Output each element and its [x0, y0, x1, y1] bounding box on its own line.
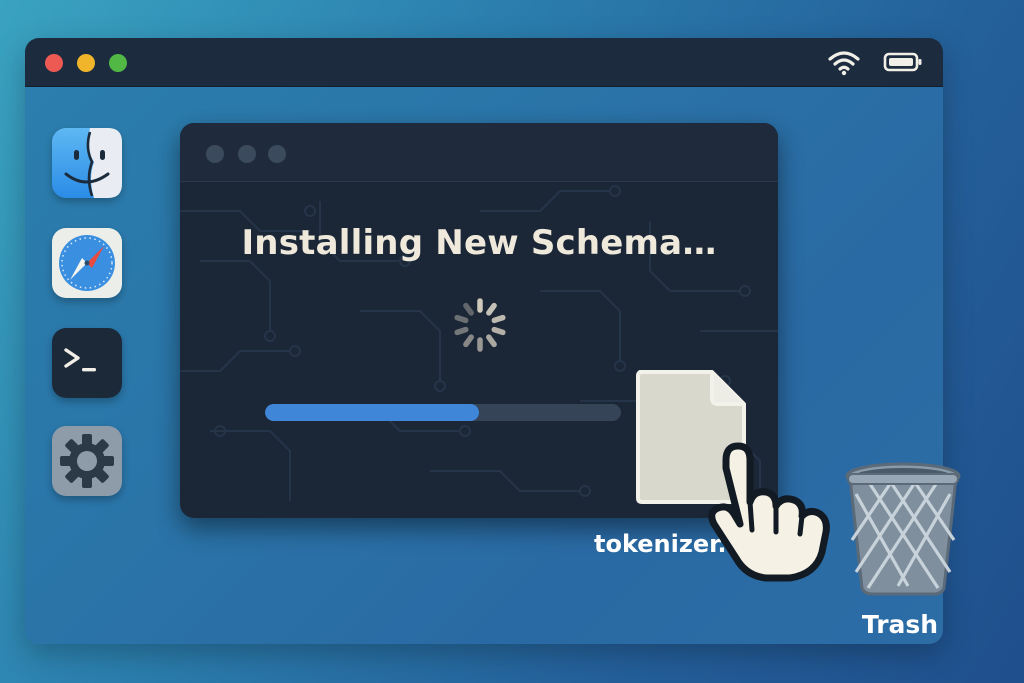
progress-fill [265, 404, 479, 421]
wifi-icon[interactable] [827, 50, 861, 76]
dock-item-safari[interactable] [52, 228, 122, 298]
compass-icon [52, 228, 122, 298]
menu-bar [25, 38, 943, 87]
zoom-button[interactable] [109, 54, 127, 72]
trash-label[interactable]: Trash [850, 610, 950, 639]
trash-icon[interactable] [842, 460, 964, 600]
battery-icon[interactable] [883, 50, 923, 74]
dock-item-terminal[interactable] [52, 328, 122, 398]
terminal-icon [52, 328, 122, 398]
finder-icon [52, 128, 122, 198]
installer-zoom-button[interactable] [268, 145, 286, 163]
installer-minimize-button[interactable] [238, 145, 256, 163]
progress-bar [265, 404, 621, 421]
dock-item-settings[interactable] [52, 426, 122, 496]
installer-close-button[interactable] [206, 145, 224, 163]
close-button[interactable] [45, 54, 63, 72]
dock-item-finder[interactable] [52, 128, 122, 198]
installer-title-bar [180, 123, 778, 182]
gear-icon [52, 426, 122, 496]
hand-cursor-icon [708, 442, 830, 582]
install-title: Installing New Schema… [241, 223, 717, 263]
minimize-button[interactable] [77, 54, 95, 72]
loading-spinner-icon [454, 298, 506, 352]
